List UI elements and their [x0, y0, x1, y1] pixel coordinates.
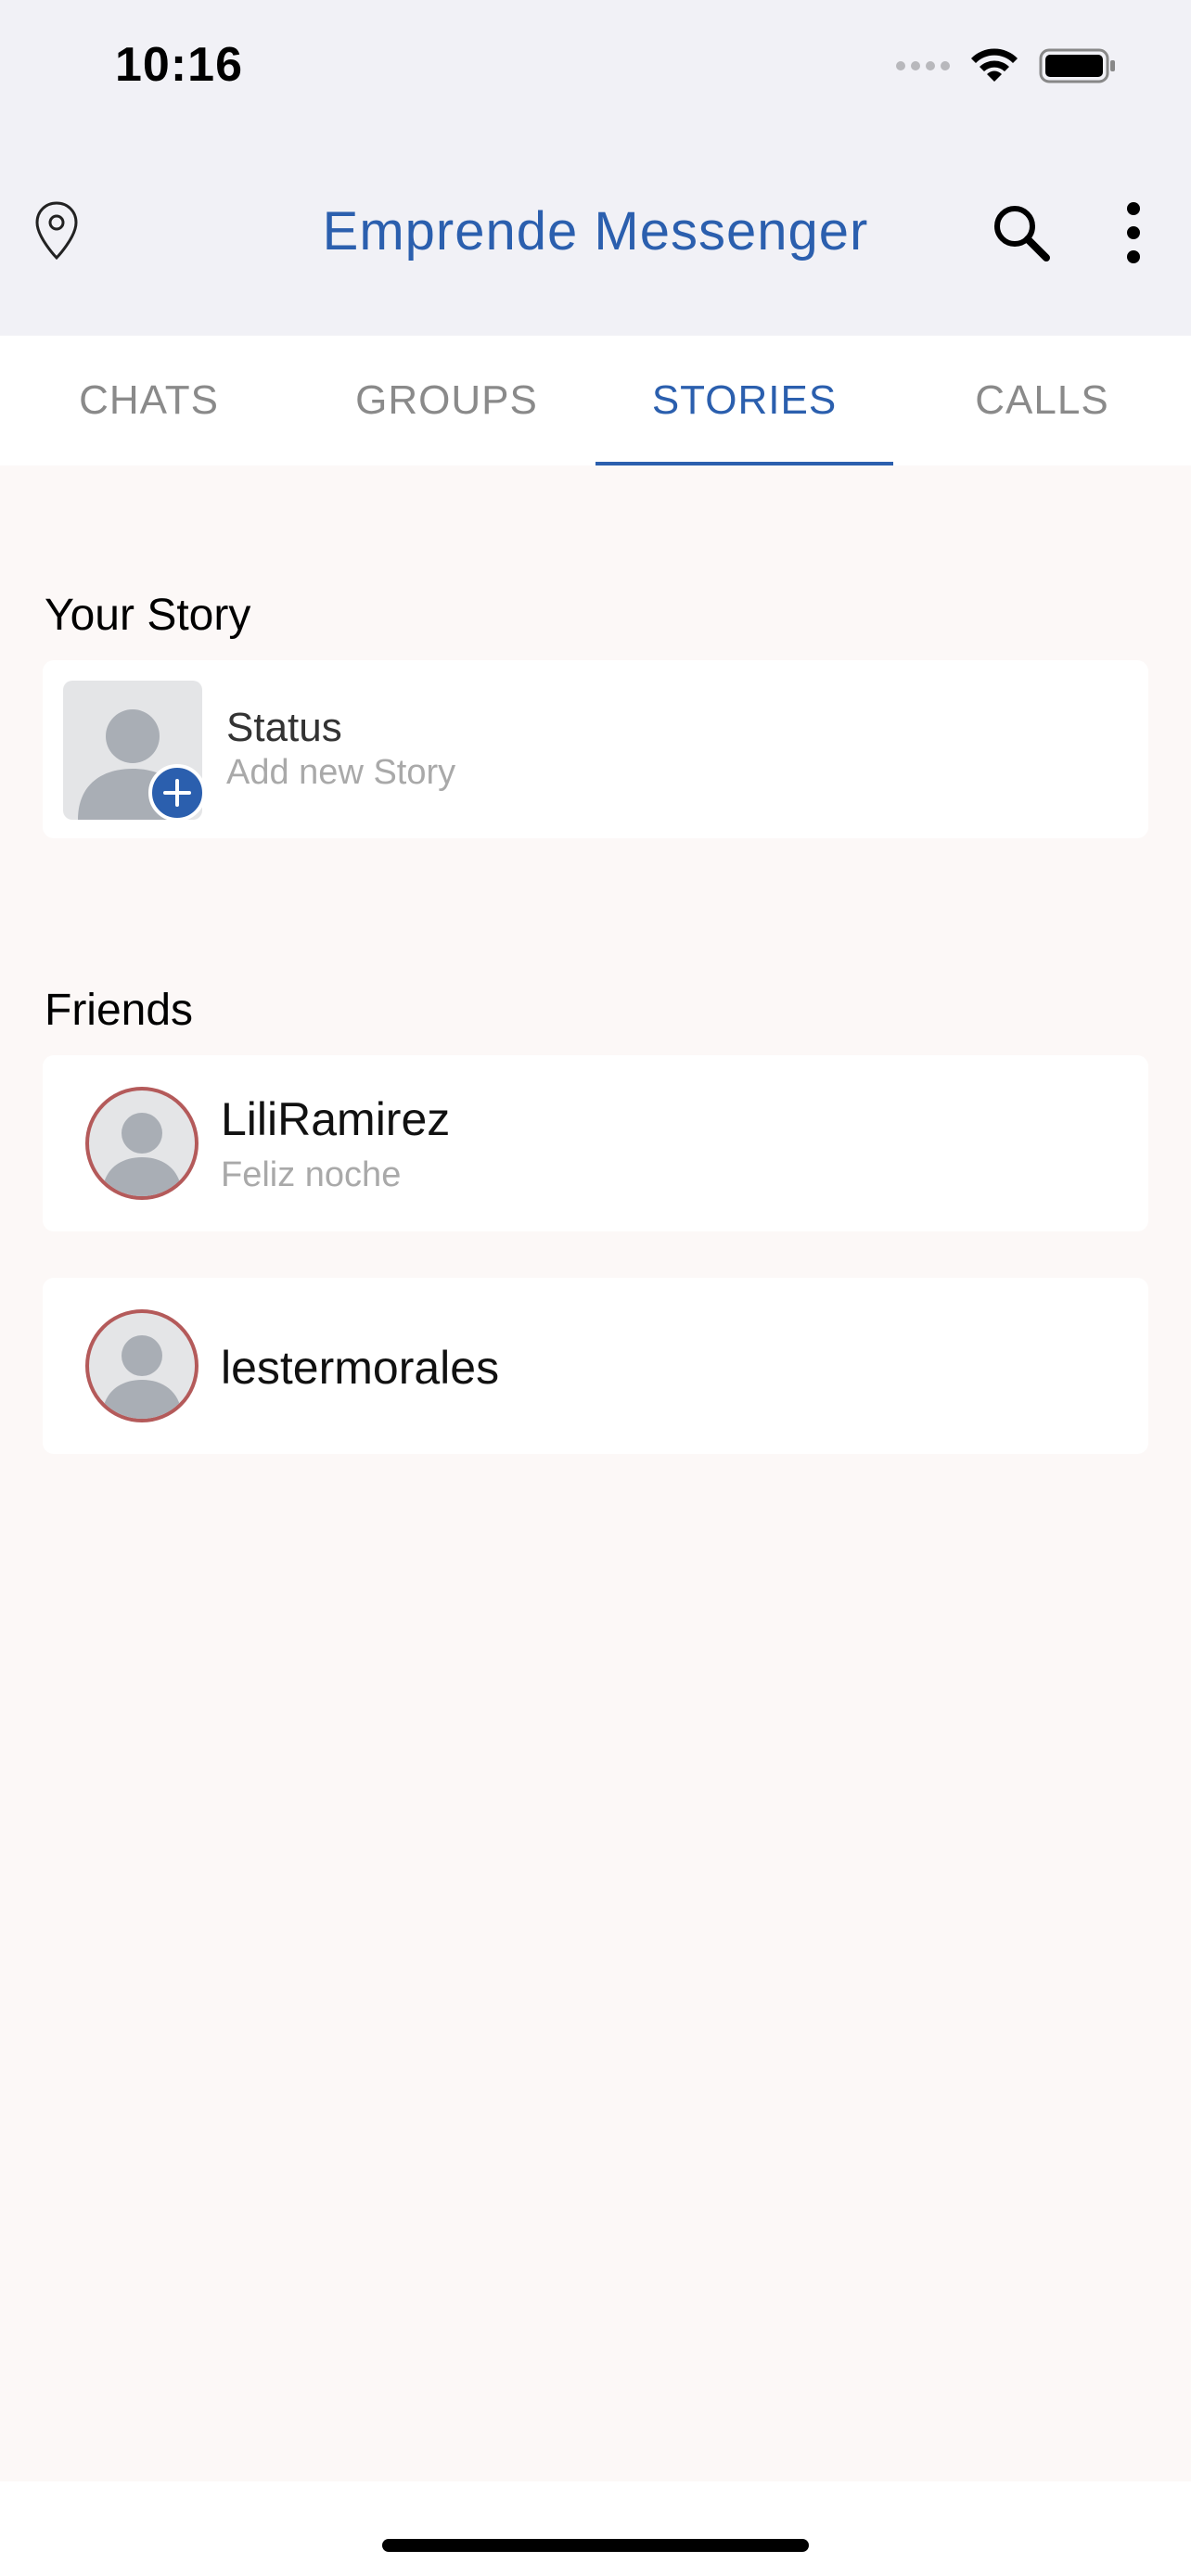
tab-calls[interactable]: CALLS [893, 336, 1191, 465]
bottom-safe-area [0, 2481, 1191, 2576]
status-icons [896, 43, 1117, 89]
status-time: 10:16 [115, 38, 243, 92]
tab-groups[interactable]: GROUPS [298, 336, 596, 465]
friend-avatar [85, 1309, 198, 1422]
tab-chats[interactable]: CHATS [0, 336, 298, 465]
search-icon [994, 206, 1050, 261]
user-placeholder-icon [102, 1113, 182, 1196]
friend-name: lestermorales [221, 1342, 500, 1394]
my-story-card[interactable]: Status Add new Story [43, 660, 1148, 838]
friend-avatar [85, 1087, 198, 1200]
battery-icon [1039, 48, 1115, 83]
more-options-button[interactable] [1113, 200, 1154, 265]
wifi-icon [971, 48, 1018, 82]
friend-story-item[interactable]: lestermorales [43, 1278, 1148, 1454]
story-name: Status [226, 705, 342, 750]
home-indicator[interactable] [382, 2539, 809, 2552]
story-subtitle: Add new Story [226, 753, 456, 792]
more-vertical-icon [1127, 202, 1140, 263]
your-story-title: Your Story [45, 591, 251, 640]
friend-story-item[interactable]: LiliRamirez Feliz noche [43, 1055, 1148, 1231]
friend-subtitle: Feliz noche [221, 1155, 402, 1194]
friends-title: Friends [45, 986, 194, 1035]
add-story-badge[interactable] [148, 764, 206, 822]
signal-dots-icon [896, 61, 950, 70]
tab-bar: CHATS GROUPS STORIES CALLS [0, 336, 1191, 465]
tab-stories[interactable]: STORIES [596, 336, 893, 465]
app-header: Emprende Messenger [0, 167, 1191, 297]
top-area: 10:16 Emprende Messenger [0, 0, 1191, 336]
user-placeholder-icon [102, 1335, 182, 1419]
friend-name: LiliRamirez [221, 1093, 451, 1145]
search-button[interactable] [989, 200, 1054, 265]
plus-icon [163, 779, 191, 807]
